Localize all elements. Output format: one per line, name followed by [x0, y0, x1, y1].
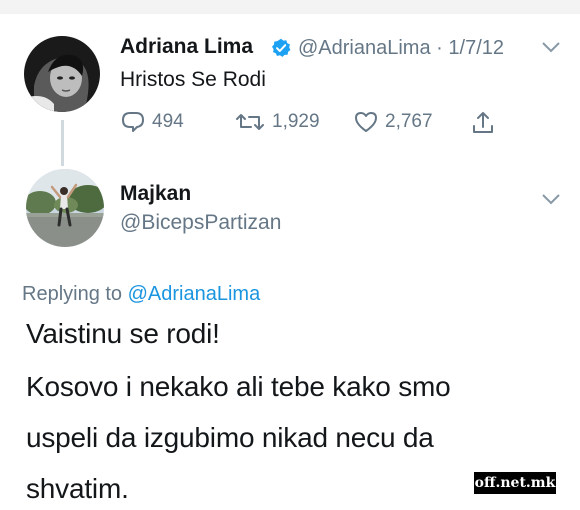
- verified-badge-icon: [271, 38, 291, 63]
- like-button[interactable]: 2,767: [353, 110, 433, 134]
- share-icon: [473, 112, 493, 133]
- replying-to: Replying to @AdrianaLima: [22, 283, 260, 306]
- chevron-down-icon[interactable]: [541, 40, 561, 59]
- retweet-icon: [236, 114, 264, 130]
- avatar-majkan[interactable]: [26, 169, 104, 247]
- watermark: off.net.mk: [474, 472, 556, 494]
- share-button[interactable]: [470, 110, 496, 136]
- heart-icon: [355, 112, 377, 132]
- screenshot-top-edge: [0, 0, 580, 14]
- reply-author-name[interactable]: Majkan: [120, 182, 191, 206]
- retweet-button[interactable]: 1,929: [234, 110, 320, 134]
- retweet-count: 1,929: [272, 111, 320, 132]
- chevron-down-icon[interactable]: [541, 192, 561, 211]
- reply-author-handle[interactable]: @BicepsPartizan: [120, 211, 281, 235]
- tweet-author-name[interactable]: Adriana Lima: [120, 35, 253, 59]
- tweet-text: Hristos Se Rodi: [120, 68, 266, 91]
- reply-text-line-4: shvatim.: [26, 473, 129, 504]
- avatar-adriana[interactable]: [24, 36, 100, 112]
- tweet-author-handle[interactable]: @AdrianaLima · 1/7/12: [298, 37, 504, 60]
- tweet-date[interactable]: 1/7/12: [448, 37, 504, 59]
- like-count: 2,767: [385, 111, 433, 132]
- thread-connector-line: [61, 120, 64, 166]
- reply-bubble-icon: [122, 112, 144, 132]
- handle-text[interactable]: @AdrianaLima: [298, 37, 431, 59]
- reply-count: 494: [152, 111, 184, 132]
- replying-mention-link[interactable]: @AdrianaLima: [128, 283, 261, 305]
- time-separator: ·: [436, 37, 443, 59]
- reply-text-line-1: Vaistinu se rodi!: [26, 318, 220, 349]
- reply-text-line-3: uspeli da izgubimo nikad necu da: [26, 422, 434, 453]
- reply-button[interactable]: 494: [120, 110, 184, 134]
- reply-text-line-2: Kosovo i nekako ali tebe kako smo: [26, 371, 451, 402]
- replying-prefix: Replying to: [22, 283, 123, 305]
